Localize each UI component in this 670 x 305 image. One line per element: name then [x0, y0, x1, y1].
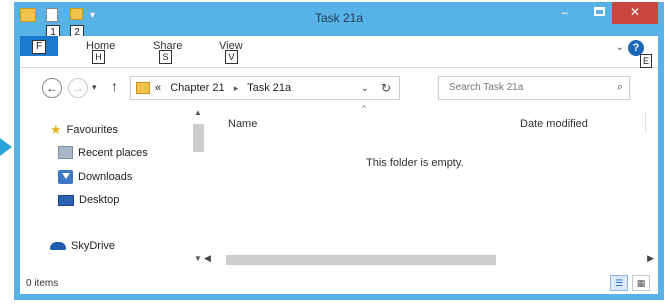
nav-pane-scrollbar[interactable]: ▲ ▼ [192, 108, 204, 268]
large-icons-view-button[interactable]: ▦ [632, 275, 650, 291]
column-header-name[interactable]: Name [228, 118, 257, 130]
recent-locations-dropdown[interactable]: ▾ [92, 82, 97, 93]
refresh-icon[interactable]: ↻ [381, 81, 391, 95]
back-button[interactable]: ← [42, 78, 62, 98]
desktop-icon [58, 194, 74, 206]
minimize-button[interactable]: – [552, 2, 578, 24]
breadcrumb-task-21a[interactable]: Task 21a [247, 82, 291, 94]
nav-recent-places-label: Recent places [78, 146, 148, 159]
scroll-thumb[interactable] [193, 124, 204, 152]
scroll-left-icon[interactable]: ◀ [204, 253, 211, 264]
nav-favourites-label: Favourites [66, 124, 119, 136]
tab-view[interactable]: View V [219, 40, 243, 64]
sort-indicator-icon: ^ [362, 104, 366, 113]
details-view-button[interactable]: ☰ [610, 275, 628, 291]
file-tab[interactable]: F [20, 36, 58, 56]
hscroll-thumb[interactable] [226, 255, 496, 265]
star-icon: ★ [50, 122, 62, 137]
explorer-window: 1 2 ▾ Task 21a – ✕ F Home H Share S View… [14, 2, 664, 300]
nav-skydrive[interactable]: SkyDrive [50, 240, 115, 252]
address-history-dropdown[interactable]: ⌄ [361, 83, 369, 94]
scroll-right-icon[interactable]: ▶ [647, 253, 654, 264]
expand-ribbon-button[interactable]: ⌄ [616, 42, 624, 53]
empty-folder-message: This folder is empty. [366, 157, 464, 169]
address-bar[interactable]: « Chapter 21 ▸ Task 21a ⌄ ↻ [130, 76, 400, 100]
title-bar: 1 2 ▾ Task 21a – ✕ [14, 2, 664, 40]
downloads-icon [58, 170, 73, 184]
file-keytip: F [32, 40, 46, 54]
keytip-v: V [225, 50, 238, 64]
file-list: ^ Name Date modified This folder is empt… [212, 104, 658, 248]
skydrive-cloud-icon [50, 242, 66, 250]
nav-favourites[interactable]: ★ Favourites [50, 122, 118, 138]
navigation-bar: ← → ▾ ↑ « Chapter 21 ▸ Task 21a ⌄ ↻ Sear… [20, 72, 658, 104]
horizontal-scrollbar[interactable]: ◀ ▶ [198, 253, 654, 266]
maximize-button[interactable] [586, 2, 612, 24]
column-header-date-modified[interactable]: Date modified [520, 118, 588, 130]
forward-button[interactable]: → [68, 78, 88, 98]
keytip-e: E [640, 54, 652, 68]
search-placeholder: Search Task 21a [449, 82, 524, 93]
nav-recent-places[interactable]: Recent places [58, 146, 148, 159]
nav-desktop-label: Desktop [79, 194, 120, 206]
recent-places-icon [58, 146, 73, 159]
maximize-icon [593, 7, 605, 16]
close-button[interactable]: ✕ [612, 2, 658, 24]
breadcrumb-separator-icon[interactable]: ▸ [234, 83, 239, 93]
navigation-pane: ★ Favourites Recent places Downloads Des… [20, 108, 204, 268]
search-input[interactable]: Search Task 21a ⌕ [438, 76, 630, 100]
item-count: 0 items [26, 278, 59, 289]
breadcrumb-chapter-21[interactable]: Chapter 21 [170, 82, 224, 94]
nav-downloads[interactable]: Downloads [58, 170, 132, 184]
nav-desktop[interactable]: Desktop [58, 194, 119, 206]
search-icon: ⌕ [616, 81, 623, 93]
tab-home[interactable]: Home H [86, 40, 115, 64]
nav-skydrive-label: SkyDrive [71, 240, 116, 252]
keytip-s: S [159, 50, 172, 64]
pointer-arrow-icon [0, 138, 12, 156]
breadcrumb-overflow[interactable]: « [155, 82, 161, 94]
keytip-h: H [92, 50, 105, 64]
ribbon: F Home H Share S View V ⌄ ? E [20, 36, 658, 68]
column-divider[interactable] [645, 112, 646, 132]
folder-icon [136, 82, 150, 94]
tab-share[interactable]: Share S [153, 40, 182, 64]
status-bar: 0 items ☰ ▦ [20, 272, 658, 294]
nav-downloads-label: Downloads [78, 171, 133, 183]
up-button[interactable]: ↑ [111, 78, 118, 94]
breadcrumb: « Chapter 21 ▸ Task 21a [155, 82, 291, 94]
scroll-up-icon[interactable]: ▲ [194, 108, 202, 117]
